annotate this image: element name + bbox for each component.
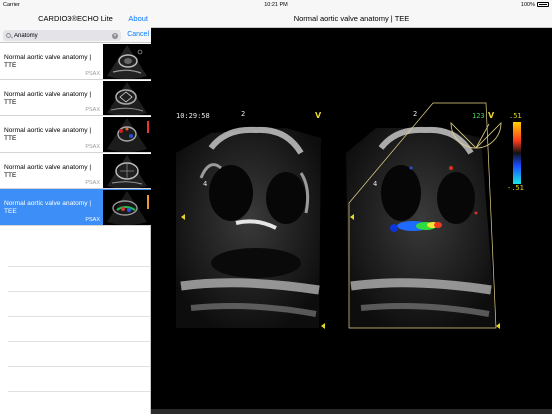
list-item[interactable]: Normal aortic valve anatomy | TTE PSAX bbox=[0, 79, 151, 116]
depth-marker: 2 bbox=[241, 110, 246, 118]
list-item-title: Normal aortic valve anatomy | TTE bbox=[4, 54, 92, 69]
cancel-button[interactable]: Cancel bbox=[127, 31, 149, 38]
list-item-title: Normal aortic valve anatomy | TTE bbox=[4, 127, 92, 142]
color-scale-bar bbox=[513, 122, 521, 184]
battery-percent: 100% bbox=[520, 1, 535, 8]
list-item-selected[interactable]: Normal aortic valve anatomy | TEE PSAX bbox=[0, 189, 151, 226]
search-icon bbox=[6, 32, 11, 38]
playback-strip bbox=[151, 409, 552, 414]
case-list: Normal aortic valve anatomy | TTE PSAX N… bbox=[0, 43, 151, 226]
echo-thumbnail bbox=[103, 80, 151, 115]
echo-thumbnail bbox=[103, 190, 151, 225]
list-item-title: Normal aortic valve anatomy | TEE bbox=[4, 200, 92, 215]
clear-icon[interactable]: × bbox=[112, 32, 118, 39]
list-separator bbox=[8, 316, 150, 317]
depth-marker: 4 bbox=[373, 180, 378, 188]
angle-readout: 123 bbox=[472, 112, 485, 120]
echo-thumbnail bbox=[103, 153, 151, 188]
echo-doppler-image bbox=[346, 102, 521, 329]
depth-marker: 4 bbox=[203, 180, 208, 188]
list-item[interactable]: Normal aortic valve anatomy | TTE PSAX bbox=[0, 152, 151, 189]
master-nav-bar: CARDIO3®ECHO Lite About bbox=[0, 9, 151, 28]
list-item[interactable]: Normal aortic valve anatomy | TTE PSAX bbox=[0, 116, 151, 153]
list-item-view: PSAX bbox=[85, 107, 100, 113]
battery-indicator: 100% bbox=[521, 2, 549, 8]
list-separator bbox=[8, 341, 150, 342]
echo-thumbnail bbox=[103, 117, 151, 152]
echo-image bbox=[176, 102, 521, 329]
echo-2d-image bbox=[176, 126, 321, 328]
status-bar: Carrier 10:21 PM 100% bbox=[0, 0, 552, 9]
battery-icon bbox=[537, 2, 549, 7]
list-item-view: PSAX bbox=[85, 70, 100, 77]
detail-title: Normal aortic valve anatomy | TEE bbox=[293, 14, 410, 23]
list-separator bbox=[8, 366, 150, 367]
orientation-marker: V bbox=[488, 111, 495, 120]
list-item-view: PSAX bbox=[85, 216, 100, 223]
scale-max-label: .51 bbox=[509, 112, 522, 120]
orientation-marker: V bbox=[315, 111, 322, 120]
echo-thumbnail bbox=[103, 44, 151, 79]
list-item-view: PSAX bbox=[85, 180, 100, 186]
search-bar: × Cancel bbox=[0, 28, 151, 43]
list-item-title: Normal aortic valve anatomy | TTE bbox=[4, 163, 92, 179]
depth-marker: 2 bbox=[413, 110, 418, 118]
echo-video-viewer[interactable]: 10:29:58 2 4 2 4 V V 123 .51 -.51 bbox=[151, 28, 552, 409]
list-item[interactable]: Normal aortic valve anatomy | TTE PSAX bbox=[0, 43, 151, 80]
list-separator bbox=[8, 266, 150, 267]
detail-nav-bar: Normal aortic valve anatomy | TEE bbox=[151, 9, 552, 28]
detail-panel: Normal aortic valve anatomy | TEE 10:29:… bbox=[151, 9, 552, 414]
about-button[interactable]: About bbox=[128, 14, 148, 23]
list-item-view: PSAX bbox=[85, 143, 100, 150]
list-separator bbox=[8, 291, 150, 292]
timestamp: 10:29:58 bbox=[176, 112, 210, 120]
list-item-title: Normal aortic valve anatomy | TTE bbox=[4, 90, 92, 106]
search-input[interactable] bbox=[14, 30, 110, 41]
list-separator bbox=[8, 391, 150, 392]
master-panel: CARDIO3®ECHO Lite About × Cancel Normal … bbox=[0, 9, 151, 414]
status-time: 10:21 PM bbox=[264, 1, 288, 8]
search-field[interactable]: × bbox=[3, 30, 121, 41]
scale-min-label: -.51 bbox=[507, 184, 524, 192]
